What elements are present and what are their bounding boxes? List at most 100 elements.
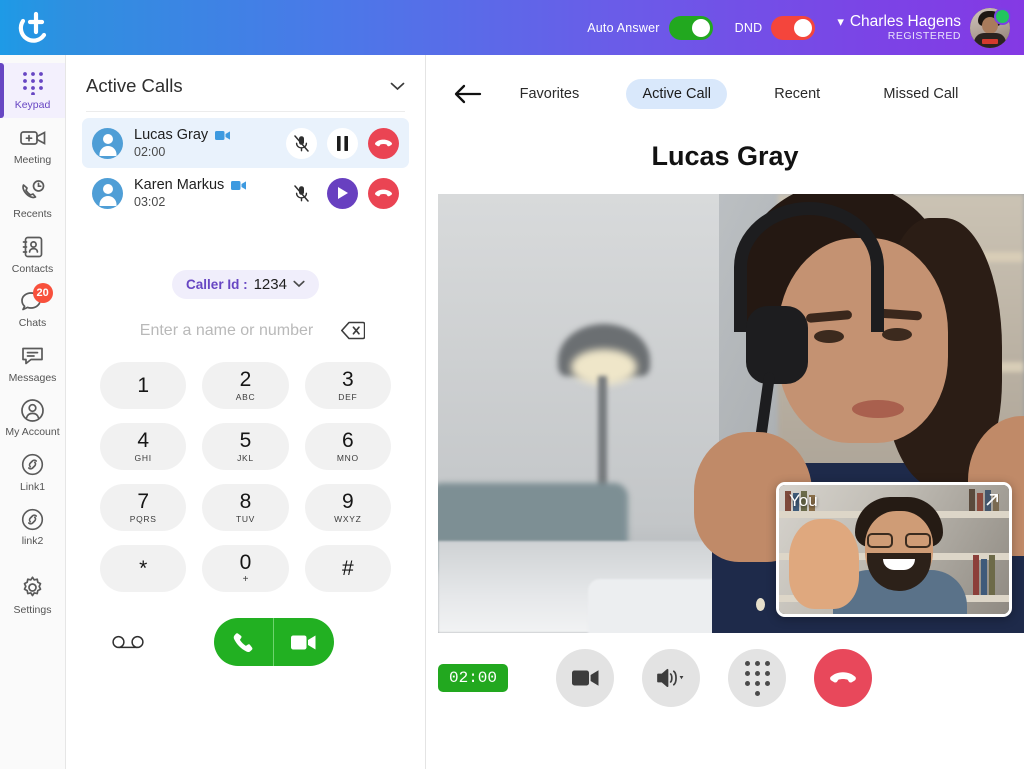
sidebar-item-chats[interactable]: 20 Chats: [0, 281, 65, 336]
dialpad-key[interactable]: 7 PQRS: [100, 484, 187, 531]
app-logo[interactable]: [0, 0, 66, 55]
dialpad-key[interactable]: 2 ABC: [202, 362, 289, 409]
sidebar-item-settings[interactable]: Settings: [0, 568, 65, 623]
mic-muted-icon[interactable]: [286, 127, 317, 159]
app-logo-t-icon: [13, 8, 53, 48]
chevron-down-icon: [293, 279, 305, 291]
key-digit: 4: [137, 429, 149, 453]
dialpad-key[interactable]: 4 GHI: [100, 423, 187, 470]
audio-call-button[interactable]: [214, 618, 274, 666]
key-letters: ABC: [235, 392, 256, 403]
sidebar-item-label: Recents: [13, 208, 52, 221]
key-digit: *: [139, 557, 148, 580]
key-letters: MNO: [336, 453, 359, 464]
sidebar-item-label: Keypad: [14, 99, 51, 111]
app-body: Keypad Meeting Recents Contacts 20 Chats…: [0, 55, 1024, 769]
call-row-actions: [286, 127, 399, 159]
dialpad-button[interactable]: [728, 649, 787, 707]
call-control-buttons: [556, 649, 873, 707]
key-letters: JKL: [237, 453, 254, 464]
dialpad-key[interactable]: 8 TUV: [202, 484, 289, 531]
call-row[interactable]: Lucas Gray 02:00: [82, 118, 409, 168]
speaker-button[interactable]: [642, 649, 701, 707]
key-letters: GHI: [134, 453, 152, 464]
end-call-icon[interactable]: [368, 127, 399, 159]
sidebar-nav: Keypad Meeting Recents Contacts 20 Chats…: [0, 55, 66, 769]
avatar: [92, 127, 123, 159]
sidebar-item-contacts[interactable]: Contacts: [0, 227, 65, 282]
tab-favorites[interactable]: Favorites: [504, 79, 596, 109]
call-info: Lucas Gray 02:00: [134, 127, 231, 159]
caller-id-selector[interactable]: Caller Id : 1234: [172, 270, 319, 299]
dialpad-key[interactable]: 1: [100, 362, 187, 409]
sidebar-item-keypad[interactable]: Keypad: [0, 63, 65, 118]
remote-video[interactable]: You: [438, 194, 1024, 633]
caller-id-row: Caller Id : 1234: [82, 270, 409, 299]
key-digit: #: [341, 557, 354, 580]
call-info: Karen Markus 03:02: [134, 177, 247, 209]
video-call-button[interactable]: [274, 618, 334, 666]
tab-missed-call[interactable]: Missed Call: [867, 79, 974, 109]
video-camera-icon: [215, 130, 231, 141]
call-tabs: Favorites Active Call Recent Missed Call: [488, 79, 1000, 109]
link-circle-icon: [20, 452, 46, 478]
active-calls-header: Active Calls: [82, 55, 409, 111]
user-name-row: ▾ Charles Hagens: [837, 13, 961, 31]
end-call-icon[interactable]: [368, 177, 399, 209]
tab-active-call[interactable]: Active Call: [626, 79, 727, 109]
call-contact-name: Lucas Gray: [134, 127, 209, 143]
call-tabs-row: Favorites Active Call Recent Missed Call: [426, 55, 1024, 109]
avatar[interactable]: [970, 7, 1011, 48]
dnd-toggle-group: DND: [735, 15, 816, 40]
dialpad-keys: 1 2 ABC 3 DEF 4 GHI 5 JKL 6 MNO 7 PQRS 8 TUV 9W…: [82, 362, 409, 592]
dnd-switch[interactable]: [771, 15, 816, 40]
auto-answer-switch[interactable]: [668, 15, 713, 40]
sidebar-item-recents[interactable]: Recents: [0, 172, 65, 227]
key-letters: PQRS: [129, 514, 157, 525]
sidebar-item-link2[interactable]: link2: [0, 499, 65, 554]
dial-input-row: [82, 321, 409, 340]
dialpad-key[interactable]: *: [100, 545, 187, 592]
call-row[interactable]: Karen Markus 03:02: [82, 168, 409, 218]
key-letters: WXYZ: [334, 514, 362, 525]
key-digit: 8: [239, 490, 252, 514]
end-call-button[interactable]: [814, 649, 873, 707]
pause-icon[interactable]: [327, 127, 358, 159]
voicemail-icon[interactable]: [100, 635, 156, 649]
tab-recent[interactable]: Recent: [758, 79, 836, 109]
sidebar-item-label: Settings: [13, 603, 52, 616]
user-status: REGISTERED: [887, 30, 961, 43]
key-digit: 1: [137, 374, 149, 397]
dialpad-key[interactable]: 9 WXYZ: [304, 484, 391, 531]
sidebar-item-my-account[interactable]: My Account: [0, 390, 65, 445]
dialpad-key[interactable]: #: [304, 545, 391, 592]
sidebar-item-meeting[interactable]: Meeting: [0, 118, 65, 173]
backspace-icon[interactable]: [340, 321, 365, 340]
dialpad-key[interactable]: 6 MNO: [304, 423, 391, 470]
key-digit: 5: [239, 429, 252, 453]
contacts-book-icon: [20, 234, 46, 260]
arrow-left-icon[interactable]: [454, 83, 488, 105]
dialpad-key[interactable]: 0 +: [202, 545, 289, 592]
header-right-cluster: Auto Answer DND ▾ Charles Hagens REGISTE…: [587, 0, 1024, 55]
dnd-knob: [794, 18, 813, 37]
caller-id-value: 1234: [253, 276, 287, 293]
expand-arrow-icon[interactable]: [985, 492, 1000, 507]
call-duration: 03:02: [134, 195, 166, 209]
self-video-pip[interactable]: You: [776, 482, 1012, 617]
search-input[interactable]: [126, 321, 327, 340]
dialpad-key[interactable]: 5 JKL: [202, 423, 289, 470]
video-toggle-button[interactable]: [556, 649, 615, 707]
call-buttons: [213, 618, 334, 666]
resume-play-icon[interactable]: [327, 177, 358, 209]
meeting-video-icon: [19, 125, 46, 151]
key-digit: 6: [341, 429, 354, 453]
sidebar-item-link1[interactable]: Link1: [0, 445, 65, 500]
dialpad-key[interactable]: 3 DEF: [304, 362, 391, 409]
chevron-down-icon[interactable]: [390, 79, 405, 94]
user-menu[interactable]: ▾ Charles Hagens REGISTERED: [837, 7, 1011, 48]
dial-bottom-row: [82, 618, 409, 684]
sidebar-item-label: Link1: [19, 480, 46, 493]
mic-muted-icon[interactable]: [286, 178, 317, 209]
sidebar-item-messages[interactable]: Messages: [0, 336, 65, 391]
